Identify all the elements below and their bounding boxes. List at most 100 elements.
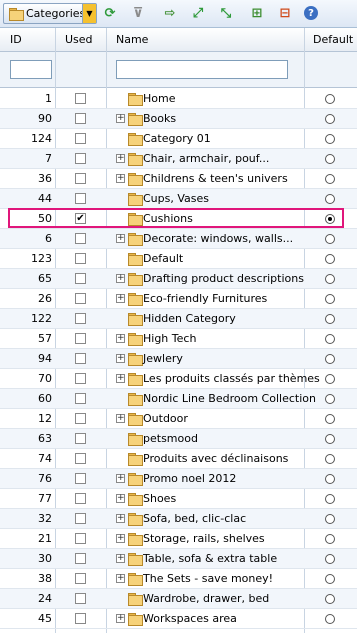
default-radio[interactable] [325, 174, 335, 184]
used-checkbox[interactable] [75, 153, 86, 164]
expand-all-icon[interactable]: ⤢ [189, 4, 207, 22]
table-row[interactable]: 123 Default [0, 249, 357, 269]
category-name[interactable]: Drafting product descriptions [143, 272, 304, 285]
expand-plus-icon[interactable]: + [116, 334, 125, 343]
category-name[interactable]: Home [143, 92, 175, 105]
default-radio[interactable] [325, 594, 335, 604]
used-checkbox[interactable] [75, 173, 86, 184]
default-radio[interactable] [325, 574, 335, 584]
expand-plus-icon[interactable]: + [116, 234, 125, 243]
default-radio[interactable] [325, 194, 335, 204]
default-radio[interactable] [325, 534, 335, 544]
table-row[interactable]: 77 + Shoes [0, 489, 357, 509]
table-row[interactable]: 74 Produits avec déclinaisons [0, 449, 357, 469]
used-checkbox[interactable] [75, 313, 86, 324]
expand-plus-icon[interactable]: + [116, 474, 125, 483]
expand-plus-icon[interactable]: + [116, 294, 125, 303]
table-row[interactable]: 36 + Childrens & teen's univers [0, 169, 357, 189]
used-checkbox[interactable] [75, 573, 86, 584]
default-radio[interactable] [325, 494, 335, 504]
table-row[interactable]: 45 + Workspaces area [0, 609, 357, 629]
table-row[interactable]: 24 Wardrobe, drawer, bed [0, 589, 357, 609]
used-checkbox[interactable] [75, 253, 86, 264]
category-name[interactable]: Jewlery [143, 352, 183, 365]
default-radio[interactable] [325, 434, 335, 444]
table-row[interactable]: 90 + Books [0, 109, 357, 129]
table-row[interactable]: 7 + Chair, armchair, pouf... [0, 149, 357, 169]
table-row[interactable]: 76 + Promo noel 2012 [0, 469, 357, 489]
category-name[interactable]: Workspaces area [143, 612, 237, 625]
filter-icon[interactable]: ⊽ [129, 4, 147, 22]
category-name[interactable]: Chair, armchair, pouf... [143, 152, 269, 165]
category-name[interactable]: High Tech [143, 332, 196, 345]
default-radio[interactable] [325, 94, 335, 104]
used-checkbox[interactable] [75, 593, 86, 604]
category-name[interactable]: Default [143, 252, 183, 265]
column-header-name[interactable]: Name [116, 28, 148, 52]
column-header-default[interactable]: Default [313, 28, 353, 52]
used-checkbox[interactable] [75, 473, 86, 484]
expand-plus-icon[interactable]: + [116, 514, 125, 523]
expand-plus-icon[interactable]: + [116, 374, 125, 383]
used-checkbox[interactable] [75, 533, 86, 544]
expand-plus-icon[interactable]: + [116, 174, 125, 183]
column-header-used[interactable]: Used [65, 28, 93, 52]
used-checkbox[interactable] [75, 553, 86, 564]
table-row[interactable]: 38 + The Sets - save money! [0, 569, 357, 589]
default-radio[interactable] [325, 454, 335, 464]
chevron-down-icon[interactable]: ▼ [82, 4, 96, 23]
collapse-all-icon[interactable]: ⤡ [217, 4, 235, 22]
expand-plus-icon[interactable]: + [116, 354, 125, 363]
table-row[interactable]: 26 + Eco-friendly Furnitures [0, 289, 357, 309]
default-radio[interactable] [325, 314, 335, 324]
category-name[interactable]: Cushions [143, 212, 193, 225]
used-checkbox[interactable] [75, 373, 86, 384]
id-filter-input[interactable] [10, 60, 52, 79]
used-checkbox[interactable]: ✔ [75, 213, 86, 224]
category-name[interactable]: Shoes [143, 492, 176, 505]
default-radio[interactable] [325, 394, 335, 404]
category-name[interactable]: Childrens & teen's univers [143, 172, 288, 185]
default-radio[interactable] [325, 254, 335, 264]
used-checkbox[interactable] [75, 233, 86, 244]
category-name[interactable]: Decorate: windows, walls... [143, 232, 293, 245]
default-radio[interactable] [325, 374, 335, 384]
default-radio[interactable] [325, 294, 335, 304]
expand-plus-icon[interactable]: + [116, 114, 125, 123]
expand-plus-icon[interactable]: + [116, 554, 125, 563]
default-radio[interactable] [325, 274, 335, 284]
category-name[interactable]: Books [143, 112, 176, 125]
default-radio[interactable] [325, 514, 335, 524]
table-row[interactable]: 50 ✔ Cushions [0, 209, 357, 229]
expand-plus-icon[interactable]: + [116, 494, 125, 503]
default-radio[interactable] [325, 614, 335, 624]
categories-dropdown-button[interactable]: Categories ▼ [3, 3, 97, 24]
used-checkbox[interactable] [75, 353, 86, 364]
refresh-icon[interactable]: ⟳ [101, 4, 119, 22]
used-checkbox[interactable] [75, 113, 86, 124]
name-filter-input[interactable] [116, 60, 288, 79]
default-radio[interactable] [325, 554, 335, 564]
used-checkbox[interactable] [75, 613, 86, 624]
default-radio[interactable] [325, 154, 335, 164]
default-radio[interactable] [325, 114, 335, 124]
category-name[interactable]: petsmood [143, 432, 198, 445]
column-header-id[interactable]: ID [10, 28, 22, 52]
category-name[interactable]: Produits avec déclinaisons [143, 452, 288, 465]
category-name[interactable]: Promo noel 2012 [143, 472, 236, 485]
table-row[interactable]: 1 Home [0, 89, 357, 109]
category-name[interactable]: The Sets - save money! [143, 572, 273, 585]
used-checkbox[interactable] [75, 133, 86, 144]
used-checkbox[interactable] [75, 413, 86, 424]
category-name[interactable]: Cups, Vases [143, 192, 209, 205]
table-row[interactable]: 44 Cups, Vases [0, 189, 357, 209]
used-checkbox[interactable] [75, 393, 86, 404]
category-name[interactable]: Wardrobe, drawer, bed [143, 592, 269, 605]
used-checkbox[interactable] [75, 93, 86, 104]
category-name[interactable]: Outdoor [143, 412, 188, 425]
help-icon[interactable]: ? [304, 6, 318, 20]
table-row[interactable]: 6 + Decorate: windows, walls... [0, 229, 357, 249]
table-row[interactable]: 122 Hidden Category [0, 309, 357, 329]
table-row[interactable]: 70 + Les produits classés par thèmes [0, 369, 357, 389]
expand-plus-icon[interactable]: + [116, 574, 125, 583]
